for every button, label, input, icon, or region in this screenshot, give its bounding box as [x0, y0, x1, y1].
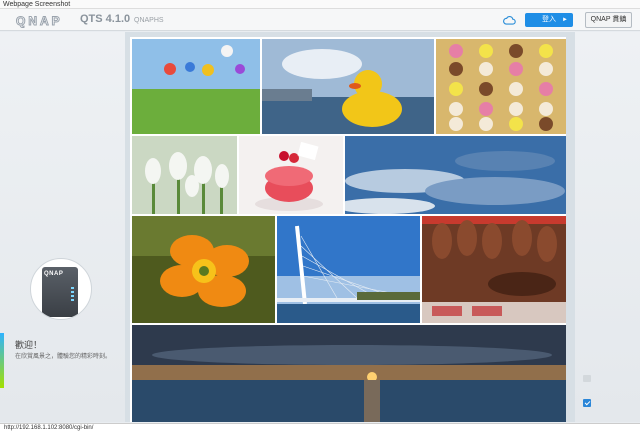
photo-rubber-duck-harbor: [262, 39, 434, 134]
login-button[interactable]: 登入 ►: [525, 13, 573, 27]
right-rail: [575, 32, 640, 422]
device-label: QNAP: [44, 271, 64, 277]
photo-macarons-box: [436, 39, 566, 134]
photo-blue-sky-clouds: [345, 136, 566, 214]
message-icon[interactable]: [583, 375, 591, 382]
browser-title: Webpage Screenshot: [0, 0, 640, 9]
photo-strawberry-macaron: [239, 136, 343, 214]
check-icon[interactable]: [583, 399, 591, 407]
nas-device-icon: QNAP: [42, 267, 78, 317]
photo-cable-bridge: [277, 216, 420, 323]
welcome-message: 在欣賞風景之，體驗您的精彩時刻。: [15, 354, 112, 360]
nas-name: QNAPHS: [134, 17, 164, 24]
welcome-title: 歡迎！: [15, 340, 43, 350]
status-bar: http://192.168.1.102:8080/cgi-bin/: [0, 423, 640, 433]
gallery-frame: [130, 37, 566, 422]
photo-hot-air-balloons: [132, 39, 260, 134]
cloud-icon[interactable]: [503, 15, 516, 25]
qnap-logo: QNAP: [16, 14, 63, 29]
welcome-panel: [0, 32, 125, 422]
avatar: QNAP: [30, 258, 92, 320]
qts-version: QTS 4.1.0: [80, 13, 131, 25]
accent-bar: [0, 333, 4, 388]
photo-ocean-sunset: [132, 325, 566, 422]
photo-orange-poppy: [132, 216, 275, 323]
photo-gallery: [125, 32, 575, 422]
top-bar: QNAP QTS 4.1.0 QNAPHS 登入 ► QNAP 貫鎮: [0, 9, 640, 31]
login-label: 登入: [542, 16, 556, 23]
photo-ham-market: [422, 216, 566, 323]
arrow-right-icon: ►: [562, 17, 568, 23]
device-lights: [71, 287, 74, 301]
qnap-select-button[interactable]: QNAP 貫鎮: [585, 12, 632, 28]
photo-white-tulips: [132, 136, 237, 214]
